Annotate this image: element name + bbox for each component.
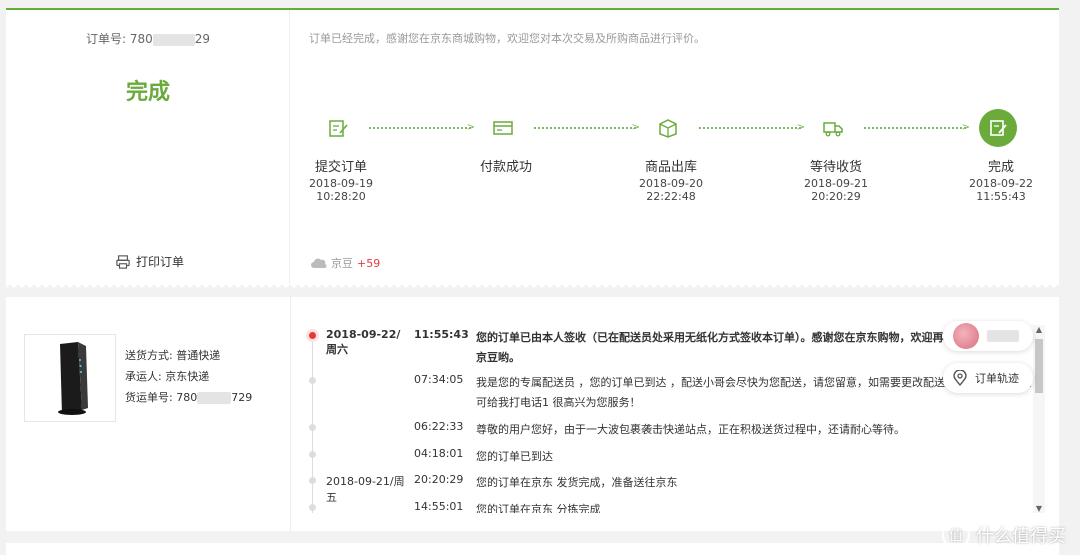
scroll-down-icon[interactable]: ▼: [1033, 504, 1045, 513]
location-pin-icon: [953, 370, 967, 386]
shipping-method-label: 送货方式:: [125, 349, 173, 362]
tracking-message: 您的订单在京东 分拣完成: [476, 503, 601, 513]
shipping-info: 送货方式: 普通快递 承运人: 京东快递 货运单号: 780 729: [125, 345, 252, 408]
carrier-label: 承运人:: [125, 370, 162, 383]
step-label: 等待收货: [809, 160, 862, 175]
watermark-logo-icon: 值: [942, 521, 970, 549]
order-status-card: 订单号: 780 29 完成 打印订单 订单已经完成，感谢您在京东商城购物，欢迎您…: [6, 8, 1059, 289]
order-number-suffix: 29: [194, 32, 211, 46]
timeline-dot: [309, 504, 316, 511]
watermark-text: 什么值得买: [976, 526, 1066, 547]
step-date: 2018-09-21: [804, 177, 868, 190]
tracking-scrollbar[interactable]: ▲ ▼: [1033, 325, 1045, 513]
order-summary-panel: 订单号: 780 29 完成 打印订单: [6, 10, 290, 283]
next-section-edge: [6, 543, 1059, 555]
timeline-dot: [309, 477, 316, 484]
tracking-time: 07:34:05: [414, 373, 464, 386]
step-date: 2018-09-20: [639, 177, 703, 190]
cloud-bean-icon: [311, 258, 327, 269]
tracking-time: 06:22:33: [414, 420, 464, 433]
timeline-dot-current: [309, 332, 316, 339]
printer-icon: [116, 254, 130, 269]
tracking-number: 货运单号: 780 729: [125, 387, 252, 408]
thanks-message: 订单已经完成，感谢您在京东商城购物，欢迎您对本次交易及所购商品进行评价。: [309, 32, 705, 45]
order-status: 完成: [125, 80, 170, 105]
step-label: 商品出库: [644, 160, 697, 175]
tracking-timeline[interactable]: 2018-09-22/周六 11:55:43 您的订单已由本人签收（已在配送员处…: [290, 297, 1031, 513]
jd-bean-reward: 京豆 +59: [311, 255, 380, 271]
progress-connector: >: [699, 122, 805, 133]
step-label: 完成: [987, 160, 1014, 175]
shipping-method-value: 普通快递: [176, 349, 221, 362]
redacted-mask: [197, 392, 232, 404]
step-clock: 11:55:43: [976, 190, 1026, 203]
truck-icon: [814, 109, 852, 147]
tracking-date: 2018-09-22/周六: [326, 328, 401, 356]
payment-card-icon: [484, 109, 522, 147]
timeline-line: [312, 331, 313, 513]
step-date: 2018-09-19: [309, 177, 373, 190]
step-label: 提交订单: [314, 160, 367, 175]
shipping-method: 送货方式: 普通快递: [125, 345, 252, 366]
tracking-time: 20:20:29: [414, 473, 464, 486]
step-time: 2018-09-19 10:28:20: [291, 177, 391, 203]
tracking-suffix: 729: [231, 391, 253, 404]
progress-connector: >: [369, 122, 475, 133]
step-clock: 20:20:29: [811, 190, 861, 203]
site-watermark: 值 什么值得买: [942, 521, 1066, 549]
tracking-date: 2018-09-21/周五: [326, 475, 405, 504]
bean-value: +59: [357, 256, 381, 270]
scrollbar-thumb[interactable]: [1035, 339, 1043, 393]
order-progress-panel: 订单已经完成，感谢您在京东商城购物，欢迎您对本次交易及所购商品进行评价。 > >…: [291, 10, 1059, 283]
tracking-label: 货运单号:: [125, 391, 173, 404]
step-time: 2018-09-22 11:55:43: [951, 177, 1051, 203]
edit-order-icon: [319, 109, 357, 147]
complete-icon: [979, 109, 1017, 147]
print-order-label: 打印订单: [136, 255, 185, 269]
card-edge-decoration: [6, 283, 1059, 289]
avatar: [953, 323, 979, 349]
print-order-button[interactable]: 打印订单: [116, 253, 184, 270]
order-number-label: 订单号:: [85, 32, 127, 46]
progress-connector: >: [864, 122, 970, 133]
order-number: 订单号: 780 29: [6, 30, 290, 47]
router-product-icon: [58, 342, 88, 415]
scroll-up-icon[interactable]: ▲: [1033, 325, 1045, 334]
tracking-message: 您的订单在京东 发货完成，准备送往京东: [476, 476, 678, 489]
carrier-value: 京东快递: [165, 370, 210, 383]
tracking-time: 04:18:01: [414, 447, 464, 460]
bean-label: 京豆: [331, 257, 353, 270]
step-time: 2018-09-20 22:22:48: [621, 177, 721, 203]
step-clock: 22:22:48: [646, 190, 696, 203]
product-image[interactable]: [24, 334, 116, 422]
timeline-dot: [309, 451, 316, 458]
tracking-prefix: 780: [176, 391, 198, 404]
package-out-icon: [649, 109, 687, 147]
order-track-label: 订单轨迹: [975, 372, 1019, 385]
tracking-time: 11:55:43: [414, 328, 469, 341]
tracking-message: 尊敬的用户您好，由于一大波包裹袭击快递站点，正在积极送货过程中，还请耐心等待。: [476, 423, 905, 436]
timeline-dot: [309, 377, 316, 384]
timeline-dot: [309, 424, 316, 431]
redacted-mask: [987, 330, 1019, 342]
tracking-time: 14:55:01: [414, 500, 464, 513]
step-time: 2018-09-21 20:20:29: [786, 177, 886, 203]
tracking-message: 您的订单已到达: [476, 450, 553, 463]
logistics-card: 送货方式: 普通快递 承运人: 京东快递 货运单号: 780 729 2018-0…: [6, 297, 1059, 531]
step-clock: 10:28:20: [316, 190, 366, 203]
carrier: 承运人: 京东快递: [125, 366, 252, 387]
progress-connector: >: [534, 122, 640, 133]
customer-service-button[interactable]: [943, 321, 1033, 351]
order-track-button[interactable]: 订单轨迹: [943, 363, 1033, 393]
order-number-prefix: 780: [129, 32, 153, 46]
redacted-mask: [152, 33, 195, 46]
step-date: 2018-09-22: [969, 177, 1033, 190]
step-label: 付款成功: [479, 160, 532, 175]
